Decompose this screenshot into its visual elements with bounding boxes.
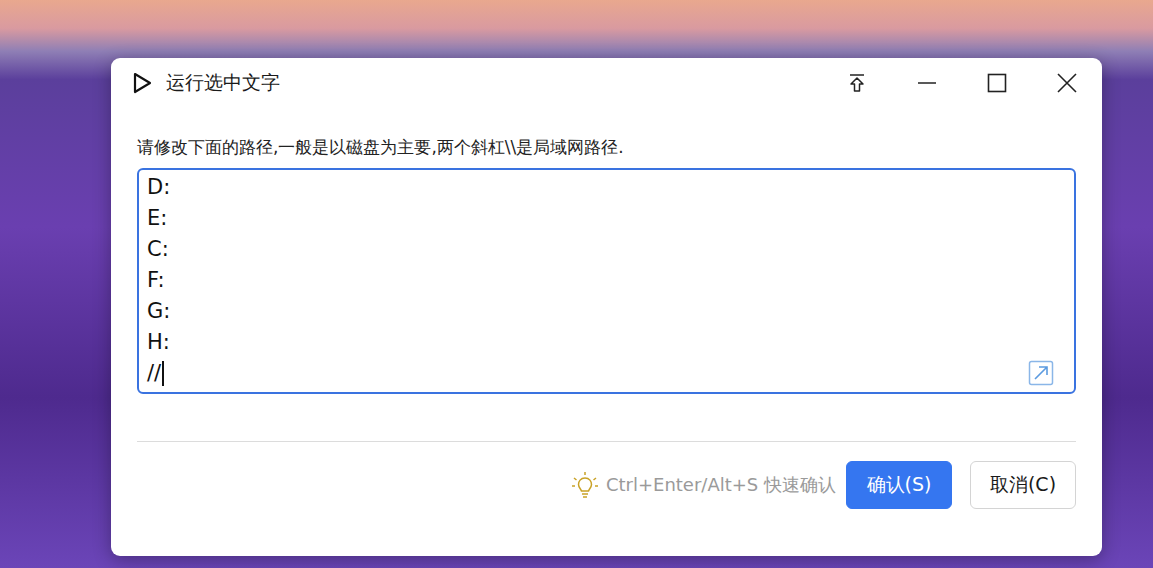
cancel-button[interactable]: 取消(C) xyxy=(970,461,1076,509)
expand-editor-icon[interactable] xyxy=(1028,360,1054,386)
desktop-background-photo: 运行选中文字请修改下面的路径,一般是以磁盘为主要,两个斜杠\\是局域网路径. D:… xyxy=(0,0,1153,568)
maximize-button[interactable] xyxy=(962,58,1032,108)
close-icon xyxy=(1057,73,1077,93)
textarea-line: F: xyxy=(147,265,1066,296)
path-textarea[interactable]: D:E:C:F:G:H:// xyxy=(137,168,1076,394)
confirm-button[interactable]: 确认(S) xyxy=(846,461,952,509)
textarea-line: D: xyxy=(147,172,1066,203)
dialog-body: 请修改下面的路径,一般是以磁盘为主要,两个斜杠\\是局域网路径. D:E:C:F:… xyxy=(111,108,1102,556)
run-text-dialog: 运行选中文字请修改下面的路径,一般是以磁盘为主要,两个斜杠\\是局域网路径. D:… xyxy=(111,58,1102,556)
window-title: 运行选中文字 xyxy=(166,70,280,96)
minimize-icon xyxy=(917,73,937,93)
maximize-icon xyxy=(987,73,1007,93)
dialog-footer: Ctrl+Enter/Alt+S 快速确认确认(S) 取消(C) xyxy=(137,461,1076,509)
footer-separator xyxy=(137,441,1076,442)
play-icon xyxy=(131,72,153,94)
button-group: 确认(S) 取消(C) xyxy=(846,461,1076,509)
textarea-line: // xyxy=(147,358,1066,389)
text-caret xyxy=(162,361,164,386)
pin-top-icon xyxy=(848,73,866,93)
textarea-line: G: xyxy=(147,296,1066,327)
title-bar: 运行选中文字 xyxy=(111,58,1102,108)
textarea-line: E: xyxy=(147,203,1066,234)
shortcut-hint: Ctrl+Enter/Alt+S 快速确认 xyxy=(571,471,836,499)
instruction-text: 请修改下面的路径,一般是以磁盘为主要,两个斜杠\\是局域网路径. xyxy=(137,135,1076,159)
textarea-line: C: xyxy=(147,234,1066,265)
shortcut-hint-text: Ctrl+Enter/Alt+S 快速确认 xyxy=(606,473,836,497)
close-button[interactable] xyxy=(1032,58,1102,108)
pin-button[interactable] xyxy=(822,58,892,108)
textarea-line: H: xyxy=(147,327,1066,358)
lightbulb-icon xyxy=(571,471,599,499)
title-group: 运行选中文字 xyxy=(111,70,822,96)
minimize-button[interactable] xyxy=(892,58,962,108)
